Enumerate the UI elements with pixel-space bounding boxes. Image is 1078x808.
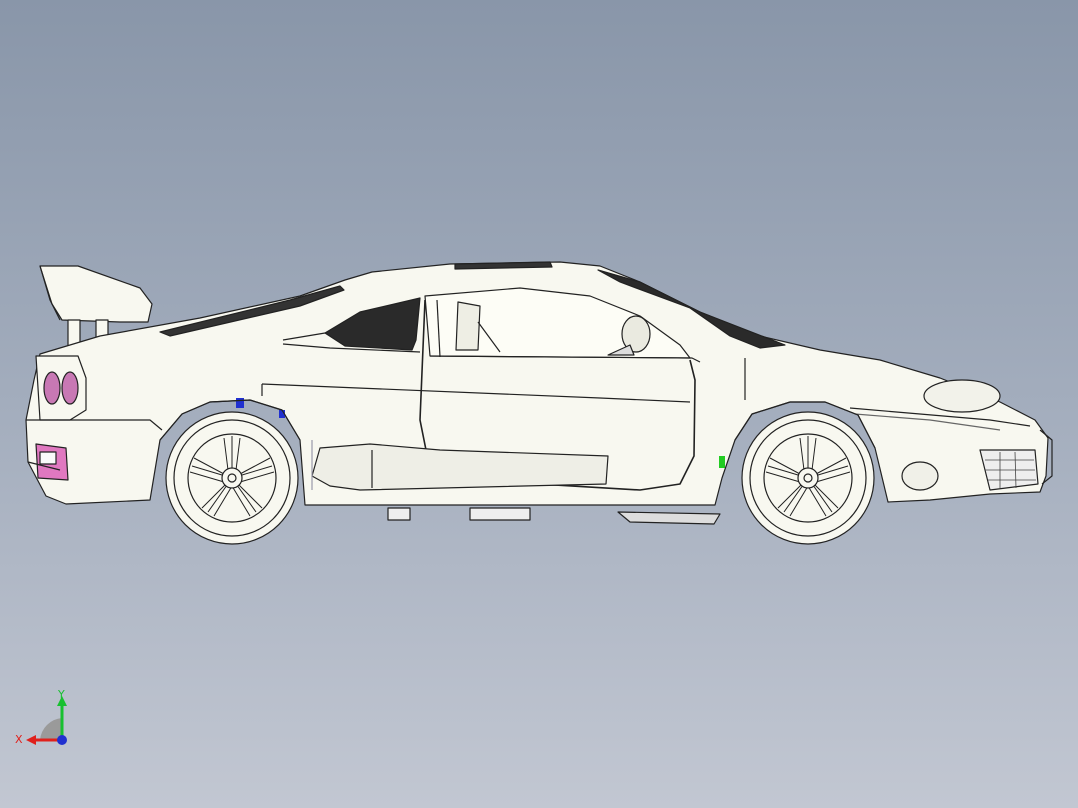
jack-point-rear <box>387 507 411 521</box>
headlight <box>923 379 1001 413</box>
x-axis-label: X <box>15 733 23 746</box>
z-axis-dot <box>57 735 67 745</box>
taillight-1 <box>43 371 61 405</box>
jack-point-mid <box>469 507 531 521</box>
y-axis-label: Y <box>58 688 65 701</box>
graphics-viewport[interactable]: X Y <box>0 0 1078 808</box>
taillight-2 <box>61 371 79 405</box>
front-wheel <box>741 411 875 545</box>
side-step <box>617 511 721 525</box>
rear-wheel <box>165 411 299 545</box>
car-model[interactable] <box>0 0 1078 808</box>
